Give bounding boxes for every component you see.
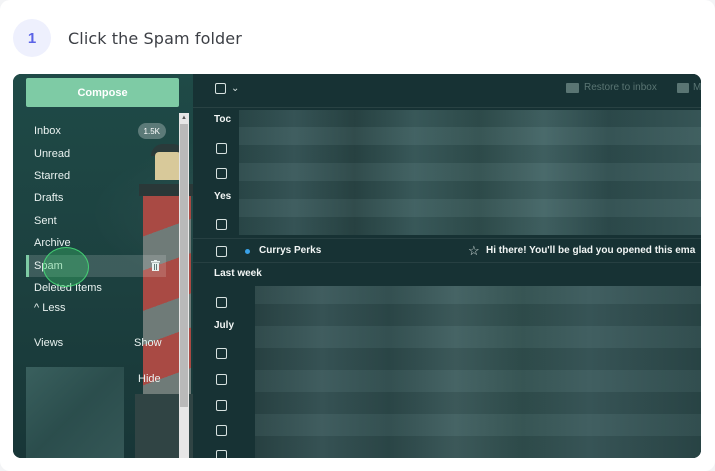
pixelation-overlay <box>255 286 701 458</box>
restore-icon <box>566 82 579 93</box>
message-checkbox[interactable] <box>216 400 227 411</box>
message-checkbox[interactable] <box>216 143 227 154</box>
message-checkbox[interactable] <box>216 219 227 230</box>
folder-sent[interactable]: Sent <box>26 211 166 231</box>
step-header: 1 Click the Spam folder <box>13 18 242 58</box>
blurred-widget <box>26 367 124 458</box>
folder-label: Inbox <box>34 125 61 137</box>
group-july: July <box>214 320 235 331</box>
click-indicator <box>43 247 89 287</box>
empty-spam-trash-icon[interactable] <box>151 260 160 271</box>
folder-label: Unread <box>34 148 71 160</box>
chevron-down-icon[interactable]: ⌄ <box>231 83 239 94</box>
restore-to-inbox-button[interactable]: Restore to inbox <box>566 82 657 93</box>
message-sender: Currys Perks <box>259 245 322 256</box>
move-folder-icon[interactable] <box>677 83 689 93</box>
step-number-badge: 1 <box>13 19 51 57</box>
less-toggle[interactable]: ^ Less <box>26 302 65 314</box>
folder-inbox[interactable]: Inbox 1.5K <box>26 121 166 141</box>
folder-archive[interactable]: Archive <box>26 233 166 253</box>
message-checkbox[interactable] <box>216 450 227 458</box>
message-row[interactable]: Currys Perks ☆ Hi there! You'll be glad … <box>193 238 701 263</box>
list-toolbar: ⌄ Restore to inbox M <box>193 74 701 108</box>
folder-sidebar: Compose Inbox 1.5K Unread Starred Drafts… <box>13 74 193 458</box>
folder-drafts[interactable]: Drafts <box>26 188 166 208</box>
unread-dot-icon <box>245 249 250 254</box>
folder-deleted-items[interactable]: Deleted Items <box>26 278 166 298</box>
message-checkbox[interactable] <box>216 425 227 436</box>
views-show-toggle[interactable]: Show <box>134 337 162 349</box>
compose-button[interactable]: Compose <box>26 78 179 107</box>
select-all-checkbox[interactable] <box>215 83 226 94</box>
message-checkbox[interactable] <box>216 348 227 359</box>
tutorial-step-card: 1 Click the Spam folder Compose Inbox 1.… <box>0 0 715 471</box>
folder-label: Starred <box>34 170 71 182</box>
message-checkbox[interactable] <box>216 246 227 257</box>
unread-count-badge: 1.5K <box>137 123 166 139</box>
step-instruction: Click the Spam folder <box>68 28 242 48</box>
pixelation-overlay <box>239 110 701 235</box>
restore-label: Restore to inbox <box>584 82 657 93</box>
views-heading: Views <box>34 337 64 349</box>
folder-label: Drafts <box>34 192 64 204</box>
hide-toggle[interactable]: Hide <box>138 373 161 385</box>
sidebar-scrollbar-thumb[interactable] <box>180 124 188 407</box>
star-icon[interactable]: ☆ <box>468 243 480 259</box>
scroll-up-arrow-icon[interactable]: ▲ <box>180 114 188 122</box>
message-checkbox[interactable] <box>216 297 227 308</box>
message-checkbox[interactable] <box>216 168 227 179</box>
group-today: Toc <box>214 114 232 125</box>
message-checkbox[interactable] <box>216 374 227 385</box>
mail-screenshot: Compose Inbox 1.5K Unread Starred Drafts… <box>13 74 701 458</box>
message-subject: Hi there! You'll be glad you opened this… <box>486 245 696 256</box>
message-list-pane: ⌄ Restore to inbox M Toc Yes Currys Perk… <box>193 74 701 458</box>
group-last-week: Last week <box>214 268 262 279</box>
folder-unread[interactable]: Unread <box>26 144 166 164</box>
move-label[interactable]: M <box>693 82 701 93</box>
folder-label: Sent <box>34 215 57 227</box>
folder-starred[interactable]: Starred <box>26 166 166 186</box>
group-yesterday: Yes <box>214 191 232 202</box>
